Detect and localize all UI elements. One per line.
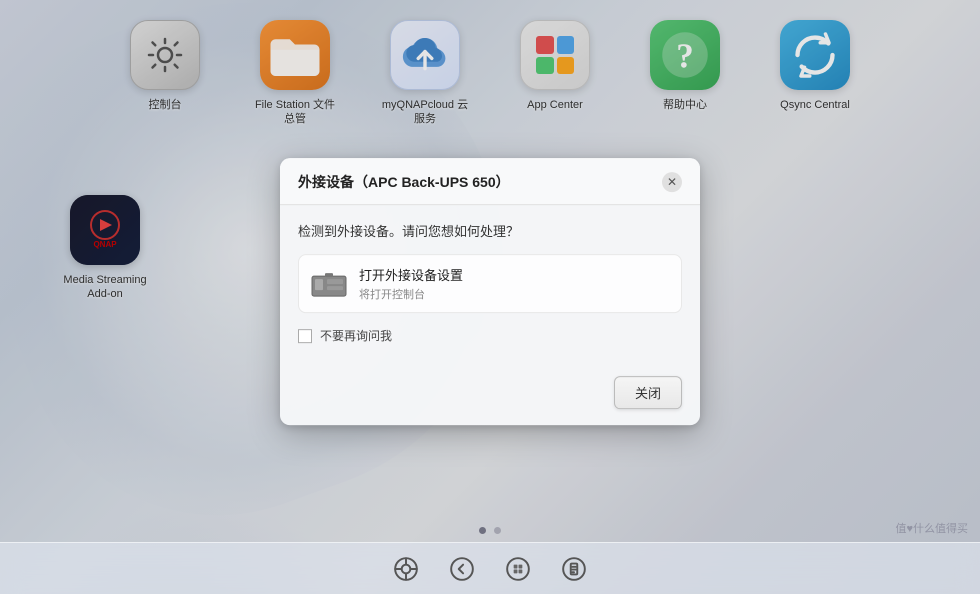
apps-svg	[505, 556, 531, 582]
close-button[interactable]: 关闭	[614, 376, 682, 409]
device-icon	[311, 270, 347, 298]
device-dialog: 外接设备（APC Back-UPS 650） ✕ 检测到外接设备。请问您想如何处…	[280, 158, 700, 425]
taskbar-back-icon[interactable]	[444, 551, 480, 587]
page-dot-1[interactable]	[479, 527, 486, 534]
dialog-subtitle: 检测到外接设备。请问您想如何处理？	[298, 221, 682, 240]
dont-ask-checkbox[interactable]	[298, 329, 312, 343]
desktop: 控制台 File Station 文件总管 myQN	[0, 0, 980, 594]
clipboard-svg	[561, 556, 587, 582]
taskbar	[0, 542, 980, 594]
dialog-checkbox-row: 不要再询问我	[298, 327, 682, 344]
dialog-option-text: 打开外接设备设置 将打开控制台	[359, 265, 463, 302]
option-sub: 将打开控制台	[359, 286, 463, 302]
dont-ask-label: 不要再询问我	[320, 327, 392, 344]
dialog-body: 检测到外接设备。请问您想如何处理？ 打开外接设备设置 将打开控制台	[280, 205, 700, 376]
page-dots	[479, 527, 501, 534]
option-main: 打开外接设备设置	[359, 265, 463, 284]
dialog-header: 外接设备（APC Back-UPS 650） ✕	[280, 158, 700, 205]
dialog-option-device-settings[interactable]: 打开外接设备设置 将打开控制台	[298, 254, 682, 313]
back-svg	[449, 556, 475, 582]
page-dot-2[interactable]	[494, 527, 501, 534]
taskbar-network-icon[interactable]	[388, 551, 424, 587]
ups-icon-svg	[311, 270, 347, 298]
network-svg	[393, 556, 419, 582]
watermark: 值♥什么值得买	[895, 520, 968, 536]
taskbar-clipboard-icon[interactable]	[556, 551, 592, 587]
dialog-close-button[interactable]: ✕	[662, 172, 682, 192]
taskbar-apps-icon[interactable]	[500, 551, 536, 587]
dialog-title: 外接设备（APC Back-UPS 650）	[298, 172, 510, 192]
dialog-footer: 关闭	[280, 376, 700, 425]
